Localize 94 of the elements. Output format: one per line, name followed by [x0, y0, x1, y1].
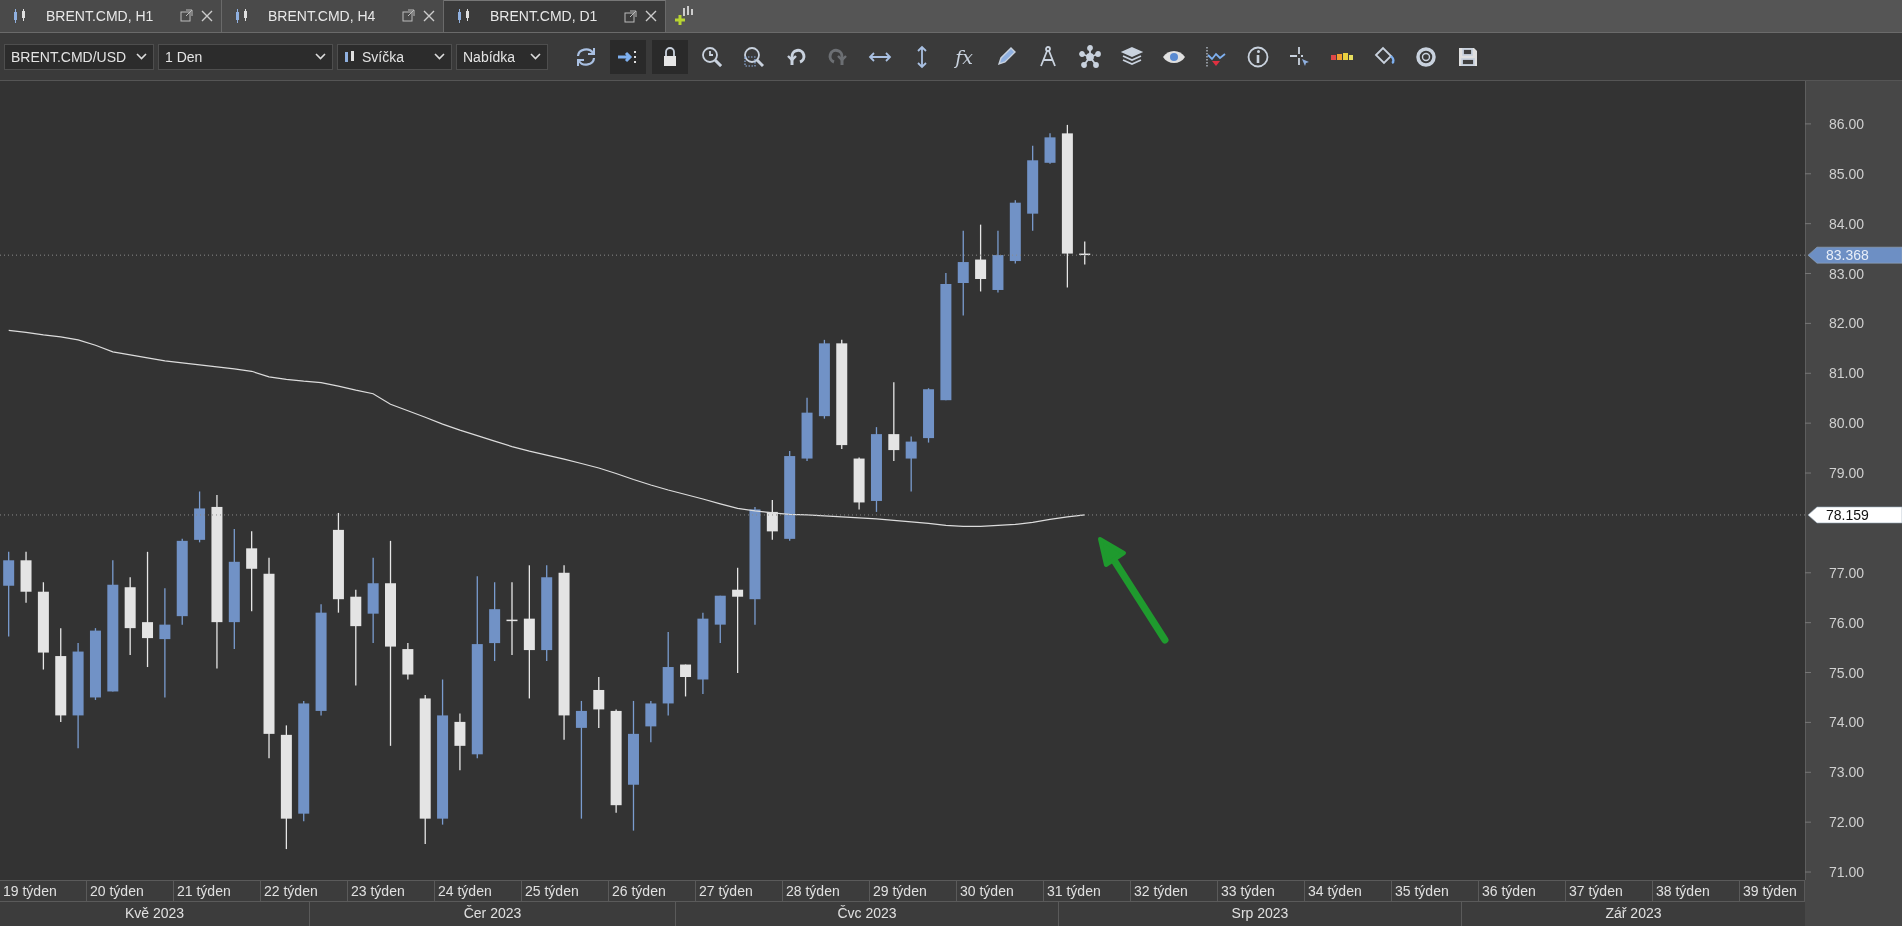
- candlestick: [853, 457, 865, 511]
- close-icon[interactable]: [201, 9, 213, 22]
- candlestick: [905, 436, 917, 493]
- axis-label: 80.00: [1829, 415, 1865, 432]
- add-chart-icon[interactable]: [674, 4, 696, 27]
- aperture-icon: [1414, 44, 1438, 69]
- candles-icon: [234, 7, 250, 24]
- axis-label: 72.00: [1829, 814, 1865, 831]
- toolbar-button[interactable]: fx: [946, 39, 982, 74]
- wave-chart-icon: [1204, 44, 1228, 69]
- chart-tab[interactable]: BRENT.CMD, H4: [222, 0, 444, 32]
- dropdown[interactable]: 1 Den: [158, 43, 333, 70]
- info-icon: [1246, 44, 1270, 69]
- color-bar-icon: [1330, 53, 1354, 61]
- axis-label: 25 týden: [522, 881, 609, 903]
- axis-label: 35 týden: [1392, 881, 1479, 903]
- candlestick: [992, 230, 1004, 294]
- axis-label: 77.00: [1829, 565, 1865, 582]
- axis-label: 31 týden: [1044, 881, 1131, 903]
- dropdown[interactable]: Nabídka: [456, 43, 548, 70]
- axis-label: 23 týden: [348, 881, 435, 903]
- candlestick: [1079, 241, 1091, 266]
- candlestick: [1009, 199, 1021, 265]
- axis-label: 34 týden: [1305, 881, 1392, 903]
- ref-line-label: 83.368: [1826, 247, 1870, 264]
- axis-label: 30 týden: [957, 881, 1044, 903]
- caret-icon: [315, 53, 326, 61]
- toolbar-button[interactable]: [652, 39, 688, 74]
- axis-label: 76.00: [1829, 615, 1865, 631]
- candlestick: [766, 499, 778, 541]
- popout-icon[interactable]: [624, 9, 637, 23]
- candles-icon: [456, 8, 472, 25]
- axis-label: 84.00: [1829, 216, 1865, 232]
- close-icon[interactable]: [645, 10, 657, 23]
- axis-label: 27 týden: [696, 881, 783, 903]
- chart-tab[interactable]: BRENT.CMD, H1: [0, 0, 222, 32]
- axis-label: 85.00: [1829, 166, 1865, 183]
- axis-label: 73.00: [1829, 764, 1865, 781]
- axis-label: Srp 2023: [1059, 902, 1462, 926]
- candlestick: [680, 664, 692, 698]
- axis-label: 83.00: [1829, 265, 1865, 282]
- nodes-icon: [1078, 44, 1102, 69]
- axis-label: 74.00: [1829, 714, 1865, 731]
- axis-label: 33 týden: [1218, 881, 1305, 903]
- candlestick: [801, 397, 813, 463]
- candlestick: [454, 713, 466, 772]
- axis-label: 22 týden: [261, 881, 348, 903]
- dropdown[interactable]: Svíčka: [337, 43, 452, 70]
- toolbar-button[interactable]: [610, 39, 646, 74]
- close-icon[interactable]: [423, 9, 435, 22]
- candlestick: [593, 676, 605, 729]
- dropdown[interactable]: BRENT.CMD/USD: [4, 43, 154, 70]
- caret-icon: [434, 53, 445, 61]
- candles-icon: [344, 48, 356, 65]
- axis-label: 32 týden: [1131, 881, 1218, 903]
- axis-label: 79.00: [1829, 465, 1865, 482]
- price-tag: 78.159: [1807, 507, 1902, 524]
- axis-label: Zář 2023: [1604, 904, 1663, 924]
- axis-label: 71.00: [1829, 864, 1865, 881]
- axis-label: 24 týden: [435, 881, 522, 903]
- axis-label: 36 týden: [1479, 881, 1566, 903]
- axis-label: 20 týden: [87, 881, 174, 903]
- candlestick: [402, 642, 414, 681]
- zoom-in-icon: [700, 44, 724, 69]
- axis-label: 19 týden: [0, 881, 87, 903]
- candles-icon: [12, 7, 28, 24]
- axis-label: 82.00: [1829, 315, 1865, 332]
- axis-label: Čer 2023: [310, 902, 676, 926]
- axis-label: 29 týden: [870, 881, 957, 903]
- candlestick: [923, 387, 935, 444]
- chart-tab[interactable]: BRENT.CMD, D1: [444, 0, 666, 32]
- axis-label: 37 týden: [1566, 881, 1653, 903]
- axis-label: Čvc 2023: [676, 902, 1059, 926]
- popout-icon[interactable]: [402, 9, 415, 23]
- caret-icon: [136, 53, 147, 61]
- candlestick: [645, 700, 657, 744]
- caret-icon: [530, 53, 541, 61]
- zoom-out-icon: [742, 44, 766, 69]
- ref-line-label: 78.159: [1826, 507, 1870, 524]
- axis-label: 81.00: [1829, 365, 1865, 382]
- axis-label: 86.00: [1829, 116, 1865, 133]
- price-tag: 83.368: [1807, 247, 1902, 264]
- candlestick: [975, 224, 987, 293]
- axis-label: 26 týden: [609, 881, 696, 903]
- axis-label: 38 týden: [1653, 881, 1740, 903]
- candlestick: [1044, 133, 1056, 165]
- candlestick: [714, 595, 726, 645]
- axis-label: 28 týden: [783, 881, 870, 903]
- axis-label: Kvě 2023: [0, 902, 310, 926]
- popout-icon[interactable]: [180, 9, 193, 23]
- candlestick: [194, 491, 206, 544]
- axis-label: 75.00: [1829, 664, 1865, 681]
- candlestick: [20, 551, 32, 604]
- axis-label: 21 týden: [174, 881, 261, 903]
